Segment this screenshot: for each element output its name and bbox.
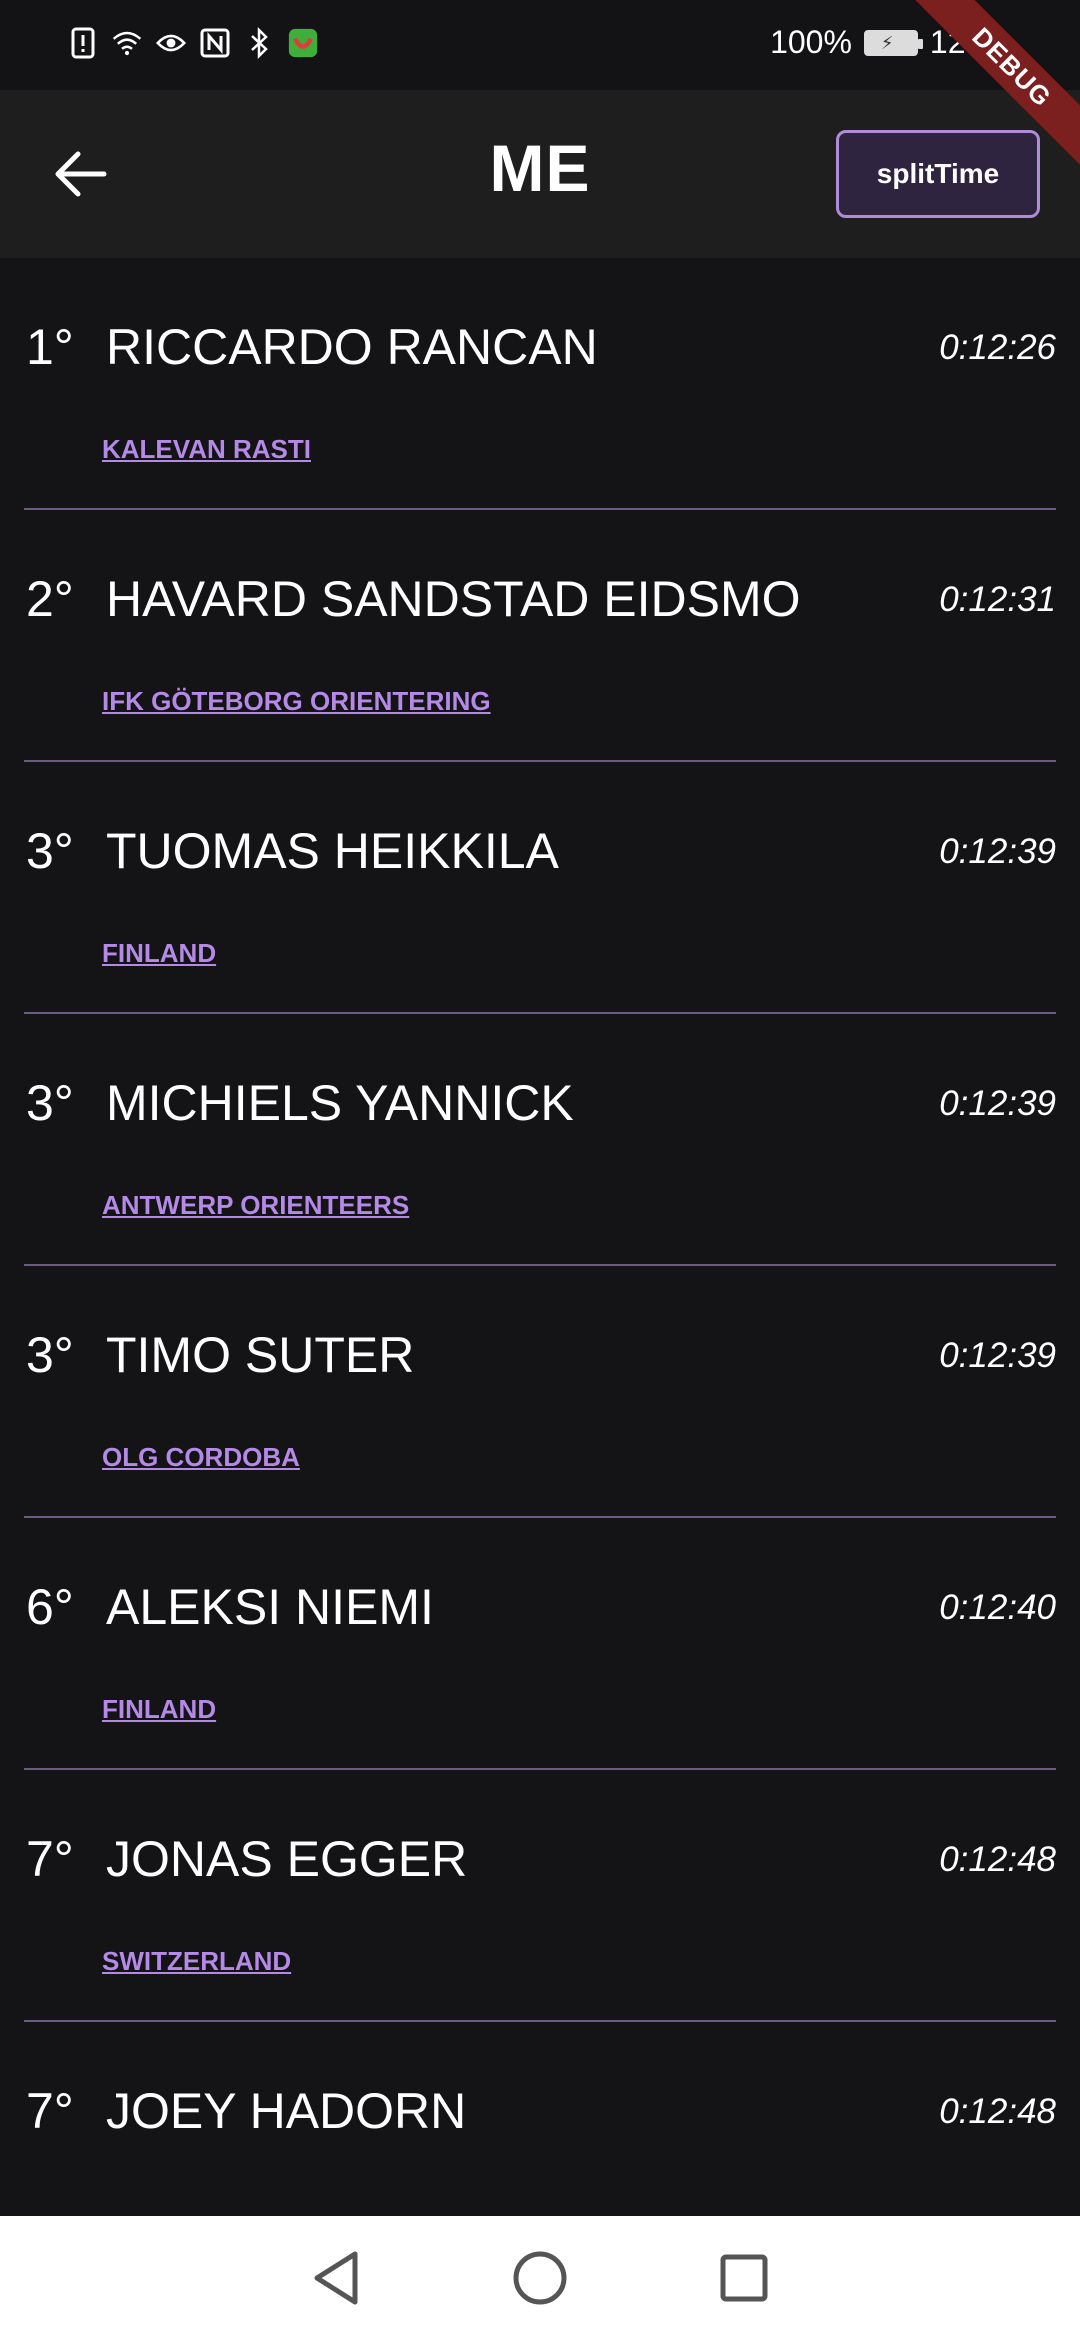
rank: 3° xyxy=(26,1075,74,1131)
triangle-back-icon xyxy=(314,2251,358,2305)
finish-time: 0:12:39 xyxy=(939,1336,1056,1375)
split-time-button[interactable]: splitTime xyxy=(836,130,1040,218)
athlete-name: TIMO SUTER xyxy=(106,1327,415,1383)
finish-time: 0:12:40 xyxy=(939,1588,1056,1627)
eye-icon xyxy=(156,26,186,60)
club-link[interactable]: IFK GÖTEBORG ORIENTERING xyxy=(102,686,491,717)
finish-time: 0:12:48 xyxy=(939,1840,1056,1879)
club-link[interactable]: FINLAND xyxy=(102,938,216,969)
alert-icon xyxy=(68,26,98,60)
app-bar: ME splitTime xyxy=(0,90,1080,258)
result-row: 7° JONAS EGGER 0:12:48 SWITZERLAND xyxy=(0,1770,1080,2022)
square-recents-icon xyxy=(720,2254,768,2302)
result-row: 3° TIMO SUTER 0:12:39 OLG CORDOBA xyxy=(0,1266,1080,1518)
finish-time: 0:12:39 xyxy=(939,832,1056,871)
rank: 3° xyxy=(26,823,74,879)
result-row: 2° HAVARD SANDSTAD EIDSMO 0:12:31 IFK GÖ… xyxy=(0,510,1080,762)
athlete-name: ALEKSI NIEMI xyxy=(106,1579,434,1635)
results-list: 1° RICCARDO RANCAN 0:12:26 KALEVAN RASTI… xyxy=(0,258,1080,2274)
club-link[interactable]: FINLAND xyxy=(102,1694,216,1725)
result-row: 3° TUOMAS HEIKKILA 0:12:39 FINLAND xyxy=(0,762,1080,1014)
nav-home-button[interactable] xyxy=(508,2246,572,2310)
athlete-name: JOEY HADORN xyxy=(106,2083,467,2139)
rank: 3° xyxy=(26,1327,74,1383)
finish-time: 0:12:48 xyxy=(939,2092,1056,2131)
bluetooth-icon xyxy=(244,26,274,60)
club-link[interactable]: ANTWERP ORIENTEERS xyxy=(102,1190,409,1221)
club-link[interactable]: KALEVAN RASTI xyxy=(102,434,311,465)
finish-time: 0:12:39 xyxy=(939,1084,1056,1123)
athlete-name: RICCARDO RANCAN xyxy=(106,319,598,375)
club-link[interactable]: SWITZERLAND xyxy=(102,1946,291,1977)
finish-time: 0:12:31 xyxy=(939,580,1056,619)
battery-percent: 100% xyxy=(770,24,852,60)
system-nav-bar xyxy=(0,2216,1080,2340)
rank: 7° xyxy=(26,1831,74,1887)
result-row: 3° MICHIELS YANNICK 0:12:39 ANTWERP ORIE… xyxy=(0,1014,1080,1266)
athlete-name: MICHIELS YANNICK xyxy=(106,1075,574,1131)
app-icon xyxy=(288,26,318,60)
result-row: 6° ALEKSI NIEMI 0:12:40 FINLAND xyxy=(0,1518,1080,1770)
wifi-icon xyxy=(112,26,142,60)
status-bar: 100% ⚡ 12:50 xyxy=(0,0,1080,90)
club-link[interactable]: OLG CORDOBA xyxy=(102,1442,300,1473)
result-row: 1° RICCARDO RANCAN 0:12:26 KALEVAN RASTI xyxy=(0,258,1080,510)
nfc-icon xyxy=(200,26,230,60)
finish-time: 0:12:26 xyxy=(939,328,1056,367)
athlete-name: HAVARD SANDSTAD EIDSMO xyxy=(106,571,801,627)
rank: 1° xyxy=(26,319,74,375)
nav-recents-button[interactable] xyxy=(712,2246,776,2310)
athlete-name: JONAS EGGER xyxy=(106,1831,468,1887)
rank: 2° xyxy=(26,571,74,627)
battery-icon: ⚡ xyxy=(863,29,923,56)
rank: 6° xyxy=(26,1579,74,1635)
circle-home-icon xyxy=(513,2251,567,2305)
nav-back-button[interactable] xyxy=(304,2246,368,2310)
status-icons xyxy=(68,26,318,60)
athlete-name: TUOMAS HEIKKILA xyxy=(106,823,559,879)
rank: 7° xyxy=(26,2083,74,2139)
